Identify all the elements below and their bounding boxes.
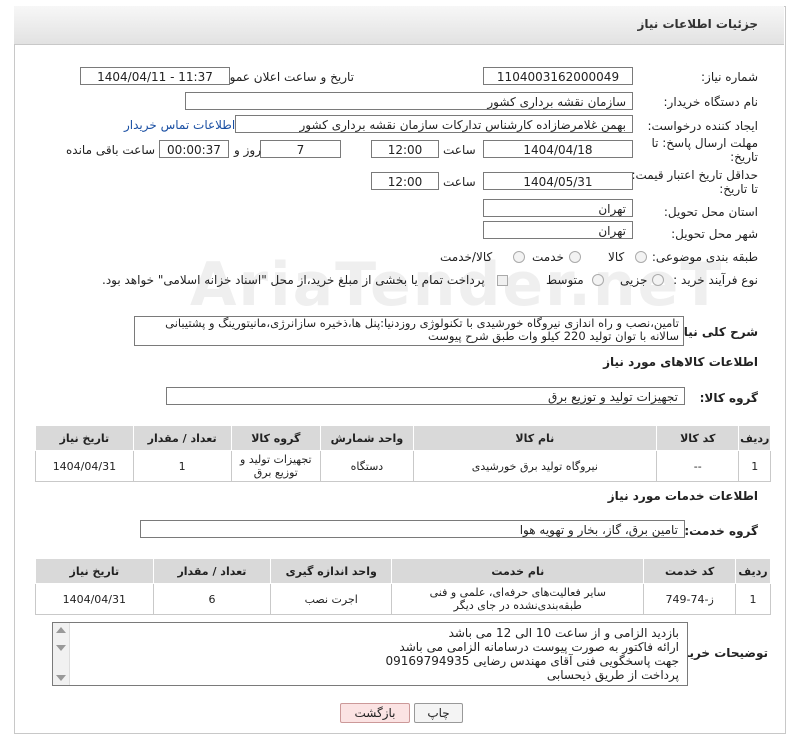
- process-label: نوع فرآیند خرید :: [673, 273, 758, 287]
- services-cell-unit: اجرت نصب: [270, 583, 393, 615]
- reply-date-field: 1404/04/18: [483, 140, 633, 158]
- process-medium-radio[interactable]: [592, 274, 604, 286]
- days-field: 7: [260, 140, 341, 158]
- category-service-text: خدمت: [532, 250, 564, 264]
- goods-table: ردیف کد کالا نام کالا واحد شمارش گروه کا…: [35, 425, 771, 482]
- reply-time-label: ساعت: [443, 143, 476, 157]
- scroll-down-icon[interactable]: [56, 675, 66, 681]
- remaining-field: 00:00:37: [159, 140, 229, 158]
- goods-col-group: گروه کالا: [230, 425, 322, 451]
- services-group-field: تامین برق، گاز، بخار و تهویه هوا: [140, 520, 685, 538]
- category-goods-service-text: کالا/خدمت: [440, 250, 493, 264]
- goods-col-idx: ردیف: [738, 425, 771, 451]
- goods-cell-idx: 1: [738, 450, 771, 482]
- goods-col-code: کد کالا: [655, 425, 740, 451]
- validity-label: حداقل تاریخ اعتبار قیمت: تا تاریخ:: [631, 168, 758, 196]
- buyer-org-field: سازمان نقشه برداری کشور: [185, 92, 633, 110]
- notes-line-1: بازدید الزامی و از ساعت 10 الی 12 می باش…: [448, 626, 679, 640]
- validity-time-field: 12:00: [371, 172, 439, 190]
- announce-field: 1404/04/11 - 11:37: [80, 67, 230, 85]
- services-table-row: 1 ز-74-749 سایر فعالیت‌های حرفه‌ای، علمی…: [35, 583, 772, 615]
- services-table-header: ردیف کد خدمت نام خدمت واحد اندازه گیری ت…: [35, 558, 772, 584]
- services-col-qty: تعداد / مقدار: [152, 558, 272, 584]
- reply-time-field: 12:00: [371, 140, 439, 158]
- services-section-title: اطلاعات خدمات مورد نیاز: [607, 489, 758, 503]
- payment-note: پرداخت تمام یا بخشی از مبلغ خرید،از محل …: [102, 273, 485, 287]
- description-label: شرح کلی نیاز:: [672, 325, 758, 339]
- validity-date-field: 1404/05/31: [483, 172, 633, 190]
- back-button[interactable]: بازگشت: [340, 703, 410, 723]
- goods-section-title: اطلاعات کالاهای مورد نیاز: [603, 355, 758, 369]
- goods-cell-qty: 1: [132, 450, 232, 482]
- services-col-idx: ردیف: [734, 558, 772, 584]
- city-field: تهران: [483, 221, 633, 239]
- days-label: روز و: [234, 143, 261, 157]
- province-label: استان محل تحویل:: [663, 205, 758, 219]
- goods-cell-unit: دستگاه: [320, 450, 414, 482]
- services-col-unit: واحد اندازه گیری: [270, 558, 393, 584]
- reply-deadline-label: مهلت ارسال پاسخ: تا تاریخ:: [651, 136, 758, 164]
- services-cell-qty: 6: [152, 583, 272, 615]
- services-group-label: گروه خدمت:: [684, 524, 758, 538]
- services-col-code: کد خدمت: [643, 558, 736, 584]
- services-cell-date: 1404/04/31: [35, 583, 154, 615]
- services-cell-idx: 1: [734, 583, 772, 615]
- goods-col-date: تاریخ نیاز: [35, 425, 134, 451]
- scroll-up-icon[interactable]: [56, 627, 66, 633]
- remaining-label: ساعت باقی مانده: [66, 143, 156, 157]
- goods-col-name: نام کالا: [412, 425, 658, 451]
- need-number-label: شماره نیاز:: [701, 70, 758, 84]
- process-minor-radio[interactable]: [652, 274, 664, 286]
- services-col-name: نام خدمت: [391, 558, 645, 584]
- process-medium-text: متوسط: [546, 273, 584, 287]
- services-table: ردیف کد خدمت نام خدمت واحد اندازه گیری ت…: [35, 558, 772, 615]
- process-minor-text: جزیی: [620, 273, 648, 287]
- page-title: جزئیات اطلاعات نیاز: [637, 17, 758, 31]
- description-textarea[interactable]: تامین،نصب و راه اندازی نیروگاه خورشیدی ب…: [134, 316, 684, 346]
- notes-textarea[interactable]: بازدید الزامی و از ساعت 10 الی 12 می باش…: [52, 622, 688, 686]
- scroll-down-small-icon[interactable]: [56, 645, 66, 651]
- services-cell-code: ز-74-749: [643, 583, 736, 615]
- category-goods-text: کالا: [608, 250, 625, 264]
- goods-cell-name: نیروگاه تولید برق خورشیدی: [412, 450, 658, 482]
- buyer-contact-link[interactable]: اطلاعات تماس خریدار: [124, 118, 235, 132]
- category-service-radio[interactable]: [569, 251, 581, 263]
- buyer-org-label: نام دستگاه خریدار:: [663, 95, 759, 109]
- validity-time-label: ساعت: [443, 175, 476, 189]
- notes-line-3: جهت پاسخگویی فنی آقای مهندس رضایی 091697…: [385, 654, 679, 668]
- creator-label: ایجاد کننده درخواست:: [647, 119, 758, 133]
- category-label: طبقه بندی موضوعی:: [651, 250, 758, 264]
- province-field: تهران: [483, 199, 633, 217]
- goods-group-field: تجهیزات تولید و توزیع برق: [166, 387, 685, 405]
- goods-cell-group: تجهیزات تولید و توزیع برق: [230, 450, 322, 482]
- treasury-payment-checkbox[interactable]: [497, 275, 508, 286]
- category-goods-radio[interactable]: [635, 251, 647, 263]
- print-button[interactable]: چاپ: [414, 703, 463, 723]
- goods-table-row: 1 -- نیروگاه تولید برق خورشیدی دستگاه تج…: [35, 450, 771, 482]
- goods-col-unit: واحد شمارش: [320, 425, 414, 451]
- creator-field: بهمن غلامرضازاده کارشناس تدارکات سازمان …: [235, 115, 633, 133]
- city-label: شهر محل تحویل:: [671, 227, 758, 241]
- announce-label: تاریخ و ساعت اعلان عمومی:: [209, 70, 354, 84]
- need-number-field: 1104003162000049: [483, 67, 633, 85]
- category-goods-service-radio[interactable]: [513, 251, 525, 263]
- goods-col-qty: تعداد / مقدار: [132, 425, 232, 451]
- notes-line-2: ارائه فاکتور به صورت پیوست درسامانه الزا…: [399, 640, 679, 654]
- goods-group-label: گروه کالا:: [699, 391, 758, 405]
- description-line-2: سالانه با توان تولید 220 کیلو وات طبق شر…: [428, 329, 679, 343]
- goods-cell-code: --: [655, 450, 740, 482]
- notes-line-4: پرداخت از طریق ذیحسابی: [546, 668, 679, 682]
- services-col-date: تاریخ نیاز: [35, 558, 154, 584]
- notes-scrollbar[interactable]: [53, 623, 70, 685]
- goods-table-header: ردیف کد کالا نام کالا واحد شمارش گروه کا…: [35, 425, 771, 451]
- goods-cell-date: 1404/04/31: [35, 450, 134, 482]
- services-cell-name: سایر فعالیت‌های حرفه‌ای، علمی و فنی طبقه…: [391, 583, 645, 615]
